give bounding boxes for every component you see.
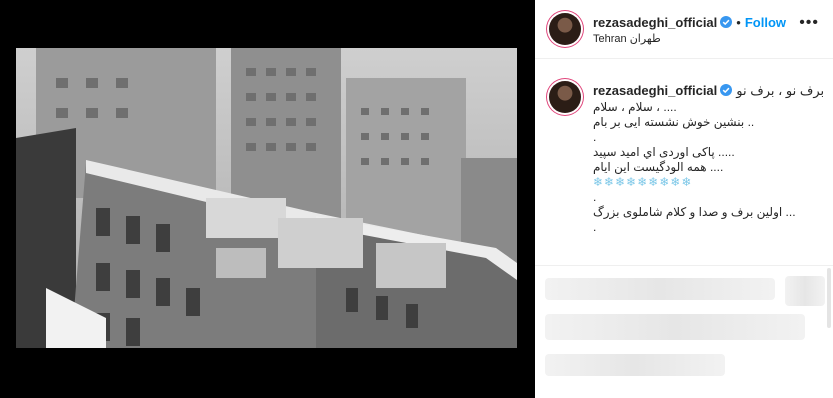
blurred-comment: [785, 276, 825, 306]
caption-line: .: [593, 130, 597, 144]
caption-line: .: [593, 220, 597, 234]
header-username-row: rezasadeghi_official • Follow: [593, 15, 786, 30]
caption-line: همه الودگیست این ایام ....: [593, 160, 724, 174]
verified-badge-icon: [720, 84, 733, 96]
blurred-comment: [545, 278, 775, 300]
location-link[interactable]: Tehran طهران: [593, 32, 661, 45]
comments-area: [535, 265, 833, 398]
snowflake-line: ❄❄❄❄❄❄❄❄❄: [593, 175, 693, 189]
caption-line: سلام ، سلام ، ....: [593, 100, 677, 114]
separator-dot: •: [736, 15, 741, 30]
post-video[interactable]: [16, 48, 517, 348]
post-sidebar: rezasadeghi_official • Follow Tehran طهران…: [535, 0, 833, 398]
caption-line: اولین برف و صدا و کلام شاملوی بزرگ ...: [593, 205, 796, 219]
verified-badge-icon: [720, 16, 733, 28]
avatar[interactable]: [549, 81, 581, 113]
caption-line: برف نو ، برف نو: [736, 83, 825, 98]
blurred-comment: [545, 314, 805, 340]
caption-line: .: [593, 190, 597, 204]
username-link[interactable]: rezasadeghi_official: [593, 15, 717, 30]
caption-line: بنشین خوش نشسته ایی بر بام ..: [593, 115, 755, 129]
avatar[interactable]: [549, 13, 581, 45]
snowy-rooftops-image: [16, 48, 517, 348]
caption-username-link[interactable]: rezasadeghi_official: [593, 83, 717, 98]
more-options-icon[interactable]: •••: [799, 14, 819, 32]
caption: rezasadeghi_official برف نو ، برف نو سلام…: [535, 59, 833, 265]
caption-text: سلام ، سلام ، .... بنشین خوش نشسته ایی ب…: [593, 100, 813, 235]
follow-button[interactable]: Follow: [745, 15, 786, 30]
blurred-comment: [545, 354, 725, 376]
post-header: rezasadeghi_official • Follow Tehran طهران…: [535, 0, 833, 59]
media-pane: [0, 0, 535, 398]
caption-username-row: rezasadeghi_official برف نو ، برف نو: [593, 83, 824, 99]
scrollbar[interactable]: [827, 268, 831, 328]
caption-line: پاکی اوردی اي امید سپید .....: [593, 145, 735, 159]
